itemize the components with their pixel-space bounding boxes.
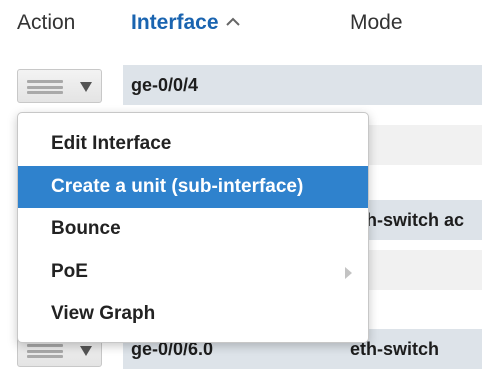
action-dropdown-button[interactable] xyxy=(17,69,102,103)
caret-down-icon xyxy=(80,346,92,356)
table-header: Action Interface Mode xyxy=(0,0,482,46)
chevron-up-icon xyxy=(225,17,240,26)
column-header-interface[interactable]: Interface xyxy=(131,10,242,36)
menu-item-edit-interface[interactable]: Edit Interface xyxy=(18,123,368,166)
menu-item-poe-label: PoE xyxy=(51,260,88,282)
action-context-menu: Edit Interface Create a unit (sub-interf… xyxy=(17,112,369,343)
menu-lines-icon xyxy=(27,344,63,358)
column-header-interface-label: Interface xyxy=(131,11,219,34)
menu-item-create-unit[interactable]: Create a unit (sub-interface) xyxy=(18,165,368,209)
submenu-arrow-icon xyxy=(345,266,352,279)
menu-lines-icon xyxy=(27,80,63,94)
column-header-mode[interactable]: Mode xyxy=(350,10,403,36)
column-header-action[interactable]: Action xyxy=(17,10,75,36)
menu-item-bounce[interactable]: Bounce xyxy=(18,208,368,251)
caret-down-icon xyxy=(80,82,92,92)
menu-item-view-graph[interactable]: View Graph xyxy=(18,293,368,336)
interface-cell: ge-0/0/4 xyxy=(131,75,199,95)
interfaces-table-view: Action Interface Mode ge-0/0/4 eth-switc… xyxy=(0,0,482,372)
menu-item-poe[interactable]: PoE xyxy=(18,251,368,294)
